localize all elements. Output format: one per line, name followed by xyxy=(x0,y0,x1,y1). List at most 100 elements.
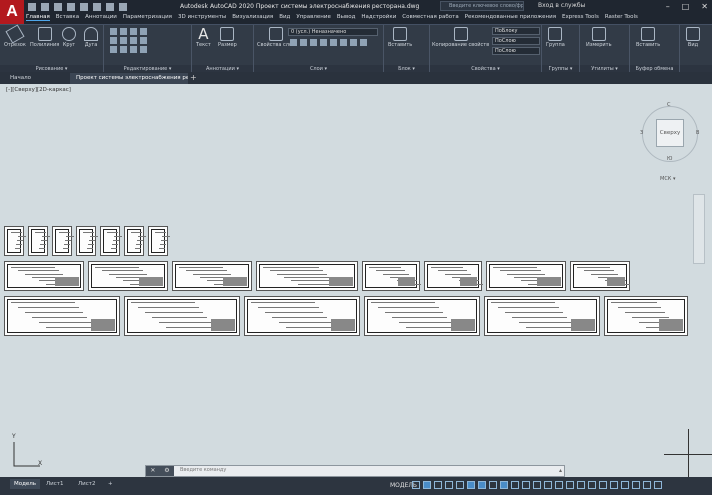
layer-current-icon[interactable] xyxy=(350,39,357,46)
layer-freeze-icon[interactable] xyxy=(320,39,327,46)
viewcube[interactable]: Сверху xyxy=(656,119,684,147)
new-icon[interactable] xyxy=(28,3,36,11)
object-snap-icon[interactable] xyxy=(500,481,508,489)
open-icon[interactable] xyxy=(41,3,49,11)
rotate-icon[interactable] xyxy=(120,28,127,35)
layout-tab-model[interactable]: Модель xyxy=(10,479,41,489)
layout-tab-sheet1[interactable]: Лист1 xyxy=(42,479,67,489)
drawing-sheet-thumbnail[interactable] xyxy=(4,261,84,291)
signin-button[interactable]: Вход в службы xyxy=(538,2,585,9)
array-icon[interactable] xyxy=(130,46,137,53)
drawing-sheet-thumbnail[interactable] xyxy=(148,226,170,256)
offset-icon[interactable] xyxy=(140,46,147,53)
fillet-icon[interactable] xyxy=(130,37,137,44)
mirror-icon[interactable] xyxy=(120,37,127,44)
web-mobile-icon[interactable] xyxy=(80,3,88,11)
group-button[interactable]: Группа xyxy=(546,27,565,48)
tab-collaborate[interactable]: Совместная работа xyxy=(402,14,458,21)
line-button[interactable]: Отрезок xyxy=(4,24,26,48)
annotation-scale-icon[interactable] xyxy=(555,481,563,489)
infer-icon[interactable] xyxy=(434,481,442,489)
drawing-sheet-thumbnail[interactable] xyxy=(76,226,98,256)
color-dropdown[interactable]: ПоБлоку xyxy=(492,27,540,35)
tab-featured-apps[interactable]: Рекомендованные приложения xyxy=(465,14,556,21)
saveas-icon[interactable] xyxy=(67,3,75,11)
polar-icon[interactable] xyxy=(467,481,475,489)
quick-properties-icon[interactable] xyxy=(599,481,607,489)
command-input[interactable]: Введите команду xyxy=(180,467,226,473)
snap-icon[interactable] xyxy=(423,481,431,489)
dimension-button[interactable]: Размер xyxy=(218,27,237,48)
tab-drawing[interactable]: Проект системы электроснабжения ресторан… xyxy=(70,73,188,84)
layer-off-icon[interactable] xyxy=(300,39,307,46)
close-button[interactable]: ✕ xyxy=(701,2,708,11)
polyline-button[interactable]: Полилиния xyxy=(30,27,59,48)
tab-annotate[interactable]: Аннотации xyxy=(85,14,117,21)
drawing-sheet-thumbnail[interactable] xyxy=(486,261,566,291)
minimize-button[interactable]: – xyxy=(666,2,670,11)
tab-view[interactable]: Вид xyxy=(279,14,290,21)
tab-output[interactable]: Вывод xyxy=(337,14,356,21)
layer-iso-icon[interactable] xyxy=(310,39,317,46)
tab-home[interactable]: Главная xyxy=(26,14,50,21)
lineweight-dropdown[interactable]: ПоСлою xyxy=(492,37,540,45)
drawing-sheet-thumbnail[interactable] xyxy=(28,226,50,256)
move-icon[interactable] xyxy=(110,28,117,35)
match-properties-button[interactable]: Копирование свойств xyxy=(432,27,489,48)
close-command-icon[interactable]: ✕ xyxy=(150,466,155,476)
object-snap-tracking-icon[interactable] xyxy=(489,481,497,489)
save-icon[interactable] xyxy=(54,3,62,11)
drawing-sheet-thumbnail[interactable] xyxy=(124,226,146,256)
paste-button[interactable]: Вставить xyxy=(636,27,660,48)
drawing-sheet-thumbnail[interactable] xyxy=(570,261,630,291)
clean-screen-icon[interactable] xyxy=(643,481,651,489)
lineweight-icon[interactable] xyxy=(511,481,519,489)
grid-icon[interactable] xyxy=(412,481,420,489)
arc-button[interactable]: Дуга xyxy=(84,27,98,48)
stretch-icon[interactable] xyxy=(110,46,117,53)
insert-block-button[interactable]: Вставить xyxy=(388,27,412,48)
tab-manage[interactable]: Управление xyxy=(296,14,331,21)
add-layout-button[interactable]: + xyxy=(104,479,117,489)
maximize-button[interactable]: □ xyxy=(682,2,690,11)
3d-osnap-icon[interactable] xyxy=(544,481,552,489)
trim-icon[interactable] xyxy=(130,28,137,35)
drawing-sheet-thumbnail[interactable] xyxy=(124,296,240,336)
drawing-sheet-thumbnail[interactable] xyxy=(100,226,122,256)
redo-icon[interactable] xyxy=(119,3,127,11)
layer-lock-icon[interactable] xyxy=(330,39,337,46)
search-input[interactable]: Введите ключевое слово/фразу xyxy=(440,1,524,11)
tab-addins[interactable]: Надстройки xyxy=(361,14,396,21)
copy-icon[interactable] xyxy=(110,37,117,44)
tab-express-tools[interactable]: Express Tools xyxy=(562,14,599,21)
wcs-menu[interactable]: МСК ▾ xyxy=(660,176,675,182)
customize-command-icon[interactable]: ⚙ xyxy=(164,466,169,476)
hardware-acceleration-icon[interactable] xyxy=(632,481,640,489)
drawing-sheet-thumbnail[interactable] xyxy=(256,261,358,291)
drawing-sheet-thumbnail[interactable] xyxy=(52,226,74,256)
tab-3d-tools[interactable]: 3D инструменты xyxy=(178,14,226,21)
drawing-sheet-thumbnail[interactable] xyxy=(244,296,360,336)
units-icon[interactable] xyxy=(588,481,596,489)
layer-prev-icon[interactable] xyxy=(360,39,367,46)
selection-cycling-icon[interactable] xyxy=(533,481,541,489)
circle-button[interactable]: Круг xyxy=(62,27,76,48)
isolate-objects-icon[interactable] xyxy=(621,481,629,489)
tab-visualize[interactable]: Визуализация xyxy=(232,14,273,21)
drawing-sheet-thumbnail[interactable] xyxy=(88,261,168,291)
undo-icon[interactable] xyxy=(106,3,114,11)
measure-button[interactable]: Измерить xyxy=(586,27,612,48)
new-tab-button[interactable]: + xyxy=(190,73,197,82)
text-button[interactable]: A Текст xyxy=(196,27,211,49)
layer-on-icon[interactable] xyxy=(290,39,297,46)
viewport-controls[interactable]: [-][Сверху][2D-каркас] xyxy=(6,87,71,93)
dynamic-input-icon[interactable] xyxy=(445,481,453,489)
autocad-logo-icon[interactable]: A xyxy=(0,0,24,24)
tab-parametric[interactable]: Параметризация xyxy=(123,14,172,21)
annotation-monitor-icon[interactable] xyxy=(577,481,585,489)
scale-icon[interactable] xyxy=(120,46,127,53)
command-history-icon[interactable]: ▴ xyxy=(559,467,562,474)
drawing-sheet-thumbnail[interactable] xyxy=(604,296,688,336)
transparency-icon[interactable] xyxy=(522,481,530,489)
drawing-sheet-thumbnail[interactable] xyxy=(172,261,252,291)
